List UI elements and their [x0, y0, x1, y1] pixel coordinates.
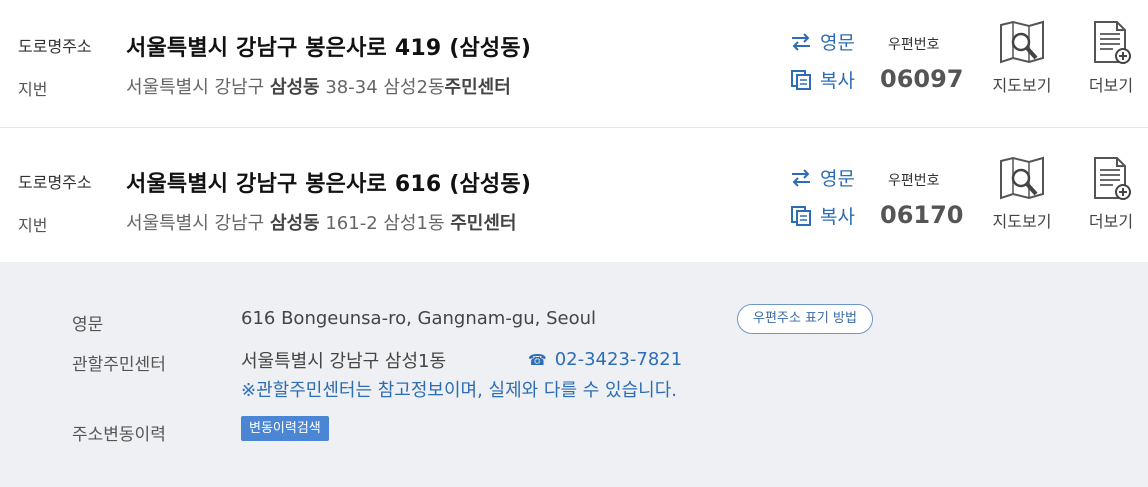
jibun-label: 지번: [18, 216, 48, 235]
copy-button[interactable]: 복사: [790, 66, 855, 93]
map-view-button[interactable]: 지도보기: [982, 156, 1062, 232]
copy-icon: [791, 205, 811, 226]
document-add-icon: [1094, 157, 1131, 200]
english-button-label: 영문: [820, 168, 855, 190]
phone-icon: ☎: [528, 350, 547, 369]
detail-center-label: 관할주민센터: [72, 355, 166, 375]
road-address: 서울특별시 강남구 봉은사로 616 (삼성동): [126, 172, 532, 197]
map-search-icon: [1000, 156, 1044, 200]
center-phone-number: 02-3423-7821: [554, 349, 683, 370]
swap-arrows-icon: [792, 168, 810, 187]
center-phone[interactable]: ☎ 02-3423-7821: [528, 349, 682, 370]
copy-button-label: 복사: [820, 70, 855, 92]
english-button[interactable]: 영문: [790, 28, 855, 55]
notation-method-button[interactable]: 우편주소 표기 방법: [737, 304, 873, 334]
more-label: 더보기: [1088, 212, 1134, 231]
history-search-button[interactable]: 변동이력검색: [241, 416, 329, 441]
address-detail-panel: 영문 616 Bongeunsa-ro, Gangnam-gu, Seoul 우…: [0, 262, 1148, 487]
map-view-label: 지도보기: [992, 76, 1052, 95]
map-view-button[interactable]: 지도보기: [982, 20, 1062, 96]
more-button[interactable]: 더보기: [1071, 156, 1148, 232]
swap-arrows-icon: [792, 32, 810, 51]
more-button[interactable]: 더보기: [1071, 20, 1148, 96]
map-search-icon: [1000, 20, 1044, 64]
detail-center-value: 서울특별시 강남구 삼성1동: [241, 351, 447, 372]
jibun-address: 서울특별시 강남구 삼성동 38-34 삼성2동주민센터: [126, 77, 511, 98]
zip-code: 06097: [880, 65, 964, 93]
zip-label: 우편번호: [888, 37, 940, 53]
english-button[interactable]: 영문: [790, 164, 855, 191]
document-add-icon: [1094, 21, 1131, 64]
road-address-label: 도로명주소: [18, 37, 92, 56]
copy-button[interactable]: 복사: [790, 202, 855, 229]
more-label: 더보기: [1088, 76, 1134, 95]
copy-icon: [791, 69, 811, 90]
road-address-label: 도로명주소: [18, 173, 92, 192]
detail-history-label: 주소변동이력: [72, 425, 166, 445]
english-button-label: 영문: [820, 32, 855, 54]
detail-english-label: 영문: [72, 315, 104, 335]
result-row-2: 도로명주소 서울특별시 강남구 봉은사로 616 (삼성동) 지번 서울특별시 …: [0, 128, 1148, 262]
jibun-label: 지번: [18, 80, 48, 99]
road-address: 서울특별시 강남구 봉은사로 419 (삼성동): [126, 36, 532, 61]
result-row-1: 도로명주소 서울특별시 강남구 봉은사로 419 (삼성동) 지번 서울특별시 …: [0, 0, 1148, 128]
jibun-address: 서울특별시 강남구 삼성동 161-2 삼성1동 주민센터: [126, 213, 517, 234]
zip-label: 우편번호: [888, 173, 940, 189]
detail-english-value: 616 Bongeunsa-ro, Gangnam-gu, Seoul: [241, 308, 597, 329]
zip-code: 06170: [880, 201, 964, 229]
copy-button-label: 복사: [820, 206, 855, 228]
center-note: ※관할주민센터는 참고정보이며, 실제와 다를 수 있습니다.: [241, 380, 678, 401]
map-view-label: 지도보기: [992, 212, 1052, 231]
